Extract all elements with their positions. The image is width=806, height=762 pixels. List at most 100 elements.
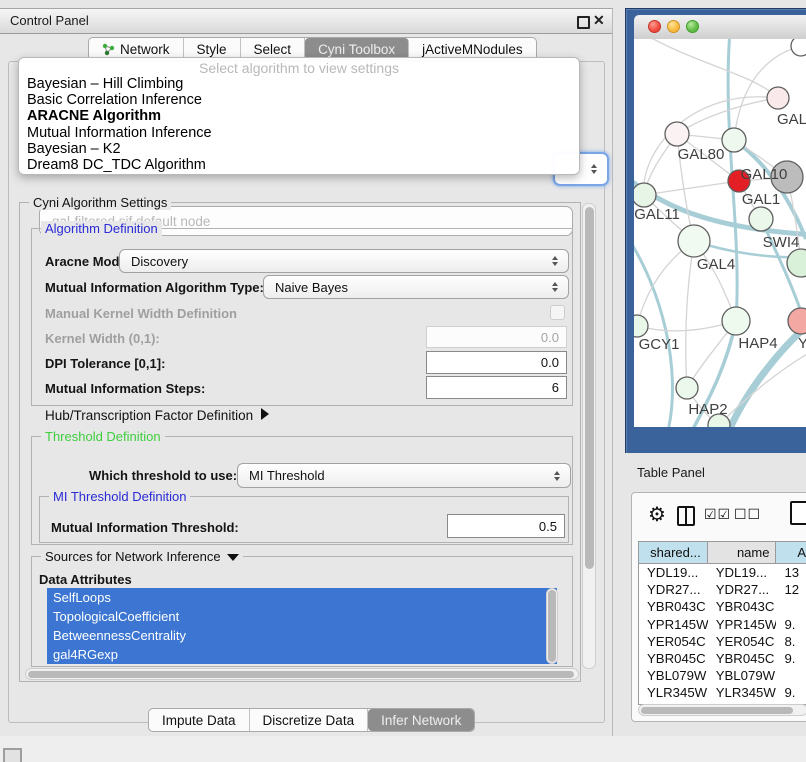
select-all-checkboxes-icon[interactable]: ☑☑	[704, 506, 731, 523]
node-green-right[interactable]	[787, 249, 806, 277]
node-gal4[interactable]	[678, 225, 710, 257]
cell: YDL19...	[639, 564, 708, 581]
gear-icon[interactable]: ⚙	[648, 502, 666, 527]
table-hscrollbar[interactable]	[638, 704, 806, 716]
aracne-mode-combo[interactable]: Discovery	[119, 249, 569, 273]
kernel-width-label: Kernel Width (0,1):	[45, 331, 160, 346]
node-hap4[interactable]	[722, 307, 750, 335]
algorithm-dropdown-popup: Select algorithm to view settings Bayesi…	[18, 57, 580, 175]
node-label: GCY1	[639, 336, 680, 353]
table-row[interactable]: YPR145W YPR145W 9.	[639, 616, 806, 633]
settings-vscrollbar[interactable]	[582, 203, 596, 669]
scrollbar-thumb[interactable]	[28, 671, 574, 678]
hub-factor-label: Hub/Transcription Factor Definition	[45, 408, 253, 423]
table-row[interactable]: YLR345W YLR345W 9.	[639, 684, 806, 701]
close-traffic-light[interactable]	[648, 20, 661, 33]
node-label: GAL10	[741, 166, 788, 183]
table-row[interactable]: YDL19... YDL19... 13	[639, 564, 806, 581]
tab-infer-network[interactable]: Infer Network	[368, 709, 474, 731]
popup-item-selected[interactable]: ARACNE Algorithm	[19, 108, 579, 124]
mi-threshold-value: 0.5	[539, 519, 557, 534]
table-row[interactable]: YBR045C YBR045C 9.	[639, 650, 806, 667]
column-header-shared-name[interactable]: shared...	[639, 542, 708, 563]
attributes-list-scrollbar[interactable]	[546, 588, 558, 664]
tab-discretize-data[interactable]: Discretize Data	[250, 709, 369, 731]
mi-steps-field[interactable]: 6	[426, 376, 567, 399]
which-threshold-combo[interactable]: MI Threshold	[237, 463, 571, 488]
list-item[interactable]: gal4RGexp	[47, 645, 557, 664]
node-label: GAL4	[697, 256, 735, 273]
node-gal80[interactable]	[665, 122, 689, 146]
cell: YBR043C	[708, 598, 777, 615]
scrollbar-thumb[interactable]	[585, 207, 594, 569]
popup-item[interactable]: Dream8 DC_TDC Algorithm	[19, 157, 579, 173]
minimize-traffic-light[interactable]	[667, 20, 680, 33]
node-partial-top[interactable]	[791, 39, 806, 56]
cell: YBR045C	[639, 650, 708, 667]
node-gcy1[interactable]	[634, 315, 648, 337]
cell: 9.	[776, 650, 806, 667]
node-table[interactable]: shared... name A YDL19... YDL19... 13 YD…	[638, 541, 806, 705]
cell: YPR145W	[639, 616, 708, 633]
close-icon[interactable]: ✕	[593, 12, 605, 29]
cyni-algorithm-settings-title: Cyni Algorithm Settings	[29, 195, 171, 210]
table-row[interactable]: YBL079W YBL079W	[639, 667, 806, 684]
hub-factor-expander[interactable]: Hub/Transcription Factor Definition	[45, 408, 269, 423]
list-item[interactable]: BetweennessCentrality	[47, 626, 557, 645]
node-gal10[interactable]	[722, 128, 746, 152]
columns-icon[interactable]	[677, 506, 695, 526]
node-label: SWI4	[763, 234, 800, 251]
sources-title-text: Sources for Network Inference	[45, 549, 221, 564]
table-row[interactable]: YER054C YER054C 8.	[639, 633, 806, 650]
node-gal11[interactable]	[634, 183, 656, 207]
export-table-icon[interactable]	[790, 501, 806, 525]
tab-impute-data[interactable]: Impute Data	[149, 709, 250, 731]
cell: YER054C	[708, 633, 777, 650]
column-header-partial[interactable]: A	[776, 542, 806, 563]
list-item[interactable]: TopologicalCoefficient	[47, 607, 557, 626]
popup-item[interactable]: Basic Correlation Inference	[19, 92, 579, 108]
tab-infer-network-label: Infer Network	[381, 713, 461, 728]
popup-item[interactable]: Mutual Information Inference	[19, 125, 579, 141]
settings-hscrollbar[interactable]	[25, 668, 579, 680]
dpi-tolerance-field[interactable]: 0.0	[426, 351, 567, 374]
network-view-window: GAL GAL80 GAL10 GAL1 GAL11 SWI4 GAL4 GCY…	[625, 8, 806, 453]
table-row[interactable]: YDR27... YDR27... 12	[639, 581, 806, 598]
sources-group-title[interactable]: Sources for Network Inference	[41, 549, 243, 564]
table-panel-title: Table Panel	[637, 465, 705, 480]
manual-kernel-checkbox[interactable]	[550, 305, 565, 320]
column-header-name[interactable]: name	[708, 542, 777, 563]
mi-type-combo[interactable]: Naive Bayes	[263, 275, 569, 299]
control-panel-titlebar[interactable]: Control Panel ✕	[0, 9, 612, 34]
popup-item[interactable]: Bayesian – Hill Climbing	[19, 76, 579, 92]
node-gal-top[interactable]	[767, 87, 789, 109]
algorithm-definition-title: Algorithm Definition	[41, 221, 162, 236]
data-attributes-label: Data Attributes	[39, 572, 132, 587]
desktop: Control Panel ✕ Network Style	[0, 0, 806, 762]
cell: YPR145W	[708, 616, 777, 633]
kernel-width-field[interactable]: 0.0	[426, 326, 567, 348]
mi-threshold-field[interactable]: 0.5	[447, 514, 565, 538]
data-attributes-list[interactable]: SelfLoops TopologicalCoefficient Between…	[47, 588, 557, 664]
dpi-tolerance-label: DPI Tolerance [0,1]:	[45, 356, 165, 371]
node-hap2[interactable]	[676, 377, 698, 399]
manual-kernel-label: Manual Kernel Width Definition	[45, 306, 237, 321]
list-item[interactable]: SelfLoops	[47, 588, 557, 607]
node-swi4[interactable]	[749, 207, 773, 231]
scrollbar-thumb[interactable]	[641, 707, 793, 714]
mi-threshold-group-title: MI Threshold Definition	[49, 489, 190, 504]
popup-item[interactable]: Bayesian – K2	[19, 141, 579, 157]
network-canvas[interactable]: GAL GAL80 GAL10 GAL1 GAL11 SWI4 GAL4 GCY…	[634, 39, 806, 427]
node-salmon[interactable]	[788, 308, 806, 334]
bottom-strip	[0, 736, 806, 762]
float-window-icon[interactable]	[577, 16, 590, 29]
table-row[interactable]: YBR043C YBR043C	[639, 598, 806, 615]
scrollbar-thumb[interactable]	[548, 590, 556, 662]
cell: 9.	[776, 616, 806, 633]
minimized-panel-icon[interactable]	[3, 748, 22, 762]
expanded-arrow-icon	[227, 554, 239, 561]
zoom-traffic-light[interactable]	[686, 20, 699, 33]
cell: YBL079W	[708, 667, 777, 684]
network-window-titlebar[interactable]	[634, 15, 806, 40]
deselect-all-checkboxes-icon[interactable]: ☐☐	[734, 506, 761, 523]
